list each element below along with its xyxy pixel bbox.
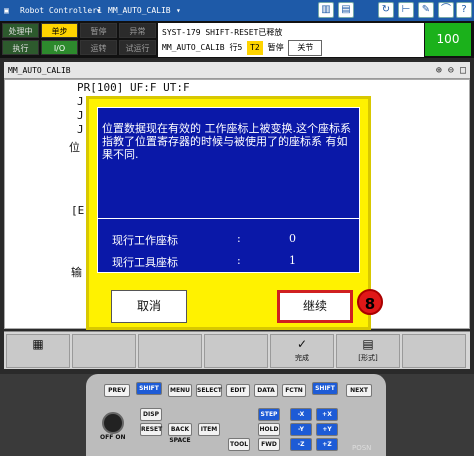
joint-mode-button[interactable]: 关节 xyxy=(288,40,323,56)
posn-key[interactable]: POSN xyxy=(352,444,371,452)
status-message: SYST-179 SHIFT-RESET已释放 MM_AUTO_CALIB 行5… xyxy=(158,23,424,57)
complete-label: 完成 xyxy=(295,354,309,362)
check-icon: ✓ xyxy=(296,337,308,351)
current-uframe-value: 0 xyxy=(289,232,296,245)
maximize-icon[interactable]: □ xyxy=(460,65,466,76)
disp-key[interactable]: DISP xyxy=(140,408,162,421)
edit-icon[interactable]: ✎ xyxy=(418,2,434,18)
softkey-f2[interactable] xyxy=(138,334,202,368)
prev-key[interactable]: PREV xyxy=(104,384,130,397)
program-state-line: MM_AUTO_CALIB 行5 T2 暂停 关节 xyxy=(162,40,420,56)
softkey-f1[interactable] xyxy=(72,334,136,368)
dialog-message: 位置数据现在有效的 工作座标上被变换.这个座标系指教了位置寄存器的时候与被使用了… xyxy=(102,122,351,161)
status-run: 执行 xyxy=(2,40,39,55)
program-window-title: MM_AUTO_CALIB ⊕ ⊖ □ xyxy=(4,62,470,79)
hierarchy-icon[interactable]: ⊢ xyxy=(398,2,414,18)
item-key[interactable]: ITEM xyxy=(198,423,220,436)
status-hold: 暂停 xyxy=(80,23,117,38)
jog-y-minus-key[interactable]: -Y xyxy=(290,423,312,436)
status-io: I/O xyxy=(41,40,78,55)
tool-key[interactable]: TOOL xyxy=(228,438,250,451)
teach-enable-label: OFF ON xyxy=(100,434,126,441)
wifi-icon[interactable]: ⌒ xyxy=(438,2,454,18)
data-key[interactable]: DATA xyxy=(254,384,278,397)
program-dropdown-icon[interactable]: ▾ xyxy=(176,6,181,15)
display-icon[interactable]: ▤ xyxy=(338,2,354,18)
program-line-j3[interactable]: J xyxy=(77,123,84,136)
state-paused: 暂停 xyxy=(267,43,284,52)
jog-y-plus-key[interactable]: +Y xyxy=(316,423,338,436)
jog-z-minus-key[interactable]: -Z xyxy=(290,438,312,451)
window-title: Robot Controller1 xyxy=(20,6,102,15)
complete-softkey[interactable]: ✓ 完成 xyxy=(270,334,334,368)
grid-icon: ▦ xyxy=(32,337,44,351)
zoom-out-icon[interactable]: ⊖ xyxy=(448,65,454,76)
status-busy: 处理中 xyxy=(2,23,39,38)
form-softkey[interactable]: ▤ [形式] xyxy=(336,334,400,368)
backspace-key[interactable]: BACK SPACE xyxy=(168,423,192,444)
current-uframe-label: 现行工作座标 xyxy=(112,234,178,247)
current-utool-label: 现行工具座标 xyxy=(112,256,178,269)
state-t2-badge: T2 xyxy=(247,41,263,55)
warning-dialog: 位置数据现在有效的 工作座标上被变换.这个座标系指教了位置寄存器的时候与被使用了… xyxy=(86,96,371,330)
jog-x-plus-key[interactable]: +X xyxy=(316,408,338,421)
edit-key[interactable]: EDIT xyxy=(226,384,250,397)
current-utool-colon: : xyxy=(237,254,241,267)
softkey-bar: ▦ ✓ 完成 ▤ [形式] xyxy=(4,331,470,369)
shift-key-left[interactable]: SHIFT xyxy=(136,382,162,395)
shift-key-right[interactable]: SHIFT xyxy=(312,382,338,395)
step-number-badge: 8 xyxy=(357,289,383,315)
form-label: [形式] xyxy=(358,354,378,362)
form-icon: ▤ xyxy=(362,337,374,351)
current-utool-value: 1 xyxy=(289,254,296,267)
dialog-panel: 位置数据现在有效的 工作座标上被变换.这个座标系指教了位置寄存器的时候与被使用了… xyxy=(97,107,360,273)
current-uframe-colon: : xyxy=(237,232,241,245)
program-name[interactable]: MM_AUTO_CALIB xyxy=(108,6,171,15)
status-tcyc: 试运行 xyxy=(119,40,156,55)
program-line-j1[interactable]: J xyxy=(77,95,84,108)
program-line-j2[interactable]: J xyxy=(77,109,84,122)
teach-enable-switch[interactable] xyxy=(102,412,124,434)
help-icon[interactable]: ? xyxy=(456,2,472,18)
status-panel: 处理中 单步 暂停 异常 执行 I/O 运转 试运行 SYST-179 SHIF… xyxy=(0,21,474,58)
trash-icon[interactable]: ▥ xyxy=(318,2,334,18)
title-bar: ▣ Robot Controller1 ▾ MM_AUTO_CALIB ▾ ▥ … xyxy=(0,0,474,21)
state-line: 行5 xyxy=(229,43,243,52)
keypad: PREV SHIFT MENU SELECT EDIT DATA FCTN SH… xyxy=(86,374,386,456)
cancel-button[interactable]: 取消 xyxy=(111,290,187,323)
softkey-f6[interactable] xyxy=(402,334,466,368)
next-key[interactable]: NEXT xyxy=(346,384,372,397)
menu-key[interactable]: MENU xyxy=(168,384,192,397)
program-window-name: MM_AUTO_CALIB xyxy=(8,66,71,75)
fctn-key[interactable]: FCTN xyxy=(282,384,306,397)
softkey-f3[interactable] xyxy=(204,334,268,368)
alarm-message: SYST-179 SHIFT-RESET已释放 xyxy=(162,28,283,37)
grid-menu-key[interactable]: ▦ xyxy=(6,334,70,368)
status-step: 单步 xyxy=(41,23,78,38)
teach-pendant: PREV SHIFT MENU SELECT EDIT DATA FCTN SH… xyxy=(0,374,474,456)
fwd-key[interactable]: FWD xyxy=(258,438,280,451)
status-fault: 异常 xyxy=(119,23,156,38)
program-line-pr[interactable]: PR[100] UF:F UT:F xyxy=(77,81,190,94)
zoom-in-icon[interactable]: ⊕ xyxy=(436,65,442,76)
app-icon: ▣ xyxy=(4,6,9,15)
jog-z-plus-key[interactable]: +Z xyxy=(316,438,338,451)
select-key[interactable]: SELECT xyxy=(196,384,222,397)
reset-key[interactable]: RESET xyxy=(140,423,162,436)
step-key[interactable]: STEP xyxy=(258,408,280,421)
program-line-position[interactable]: 位 xyxy=(69,139,80,155)
state-program: MM_AUTO_CALIB xyxy=(162,43,225,52)
status-prod: 运转 xyxy=(80,40,117,55)
dialog-divider xyxy=(98,218,359,219)
refresh-icon[interactable]: ↻ xyxy=(378,2,394,18)
program-line-input[interactable]: 输 xyxy=(71,264,82,280)
continue-button[interactable]: 继续 xyxy=(277,290,353,323)
program-line-end[interactable]: [E xyxy=(71,204,84,217)
jog-x-minus-key[interactable]: -X xyxy=(290,408,312,421)
override-speed[interactable]: 100 xyxy=(425,23,471,56)
dropdown-icon[interactable]: ▾ xyxy=(96,6,101,15)
hold-key[interactable]: HOLD xyxy=(258,423,280,436)
